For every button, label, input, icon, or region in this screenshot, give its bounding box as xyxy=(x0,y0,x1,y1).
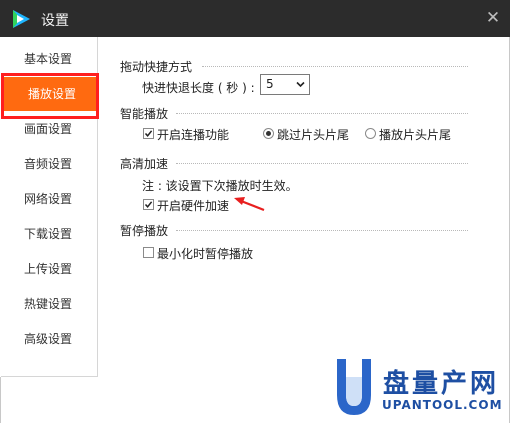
title-bar: 设置 ✕ xyxy=(0,0,510,37)
watermark-name: 盘量产网 xyxy=(383,369,500,399)
skip-intro-radio[interactable] xyxy=(263,128,274,139)
minimize-pause-checkbox[interactable] xyxy=(143,247,154,258)
section-title-pause: 暂停播放 xyxy=(120,224,169,238)
sidebar: 基本设置 播放设置 画面设置 音频设置 网络设置 下载设置 上传设置 热键设置 … xyxy=(0,37,98,377)
skip-intro-label: 跳过片头片尾 xyxy=(277,128,350,142)
check-icon xyxy=(144,130,153,137)
close-icon[interactable]: ✕ xyxy=(484,9,502,27)
divider xyxy=(176,113,468,114)
seek-length-select[interactable]: 5 xyxy=(260,74,310,95)
sidebar-item-download[interactable]: 下载设置 xyxy=(0,217,97,251)
divider xyxy=(202,66,468,67)
section-title-smart-play: 智能播放 xyxy=(120,107,169,121)
minimize-pause-label: 最小化时暂停播放 xyxy=(157,247,254,261)
hd-note: 注 : 该设置下次播放时生效。 xyxy=(142,179,298,193)
sidebar-bottom-divider xyxy=(1,376,98,377)
continuous-play-label: 开启连播功能 xyxy=(157,128,230,142)
play-intro-label: 播放片头片尾 xyxy=(379,128,452,142)
section-title-seek: 拖动快捷方式 xyxy=(120,60,193,74)
chevron-down-icon xyxy=(296,81,305,88)
window-title: 设置 xyxy=(41,13,69,29)
section-title-hd: 高清加速 xyxy=(120,157,169,171)
sidebar-item-audio[interactable]: 音频设置 xyxy=(0,147,97,181)
sidebar-item-upload[interactable]: 上传设置 xyxy=(0,252,97,286)
sidebar-item-hotkey[interactable]: 热键设置 xyxy=(0,287,97,321)
divider xyxy=(176,230,468,231)
radio-selected-dot xyxy=(266,131,271,136)
sidebar-item-network[interactable]: 网络设置 xyxy=(0,182,97,216)
watermark-url: UPANTOOL.COM xyxy=(382,398,503,412)
divider xyxy=(176,163,468,164)
play-intro-radio[interactable] xyxy=(365,128,376,139)
seek-length-label: 快进快退长度 ( 秒 ) : xyxy=(142,81,255,95)
watermark-u-logo xyxy=(337,359,371,415)
continuous-play-checkbox[interactable] xyxy=(143,128,154,139)
app-logo-icon xyxy=(13,10,30,28)
sidebar-item-playback[interactable]: 播放设置 xyxy=(4,77,96,111)
sidebar-item-basic[interactable]: 基本设置 xyxy=(0,42,97,76)
sidebar-item-picture[interactable]: 画面设置 xyxy=(0,112,97,146)
annotation-arrow-icon xyxy=(234,197,265,212)
hardware-accel-checkbox[interactable] xyxy=(143,199,154,210)
sidebar-item-advanced[interactable]: 高级设置 xyxy=(0,322,97,356)
check-icon xyxy=(144,201,153,208)
hardware-accel-label: 开启硬件加速 xyxy=(157,199,230,213)
seek-length-value: 5 xyxy=(266,77,274,91)
